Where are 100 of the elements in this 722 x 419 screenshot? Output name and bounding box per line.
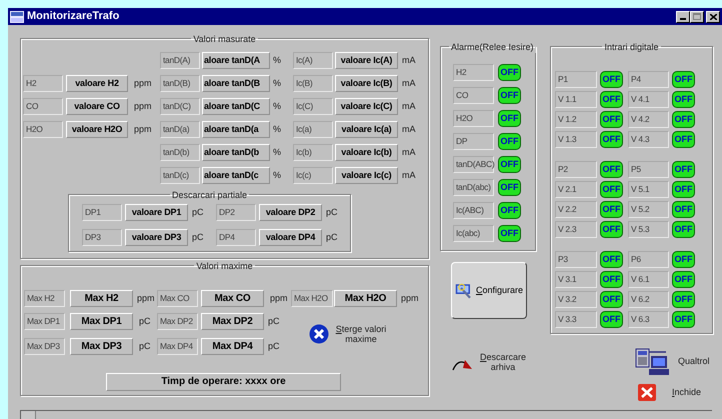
value-display: Max H2O: [334, 290, 397, 307]
value-display: aloare tanD(C: [202, 98, 270, 115]
unit-label: pC: [139, 341, 151, 351]
field-label: Ic(a): [293, 121, 333, 138]
status-indicator: OFF: [672, 111, 695, 128]
value-display: Max H2: [70, 290, 133, 307]
field-label: V 2.1: [555, 181, 597, 198]
unit-label: mA: [402, 55, 416, 65]
field-label: tanD(abc): [453, 179, 494, 196]
close-icon: [710, 14, 716, 20]
field-label: V 5.3: [628, 221, 669, 238]
status-indicator: OFF: [498, 133, 521, 150]
field-label: V 6.3: [628, 311, 669, 328]
close-icon: [638, 384, 656, 401]
maximize-button[interactable]: [690, 10, 704, 22]
status-indicator: OFF: [600, 71, 623, 88]
unit-label: %: [273, 170, 282, 180]
close-icon: [309, 324, 329, 344]
field-label: V 4.3: [628, 131, 669, 148]
field-label: Ic(abc): [453, 225, 494, 242]
field-label: H2O: [453, 110, 494, 127]
close-button[interactable]: [706, 10, 720, 22]
field-label: tanD(a): [160, 121, 200, 138]
field-label: CO: [23, 98, 63, 115]
download-archive-button[interactable]: Descarcare arhiva: [452, 352, 536, 372]
minimize-button[interactable]: [676, 10, 690, 22]
field-label: V 6.2: [628, 291, 669, 308]
value-display: aloare tanD(b: [202, 144, 270, 161]
status-indicator: OFF: [498, 179, 521, 196]
status-indicator: OFF: [672, 131, 695, 148]
status-indicator: OFF: [672, 181, 695, 198]
status-indicator: OFF: [600, 201, 623, 218]
status-indicator: OFF: [600, 291, 623, 308]
field-label: V 2.3: [555, 221, 597, 238]
value-display: valoare DP3: [125, 229, 188, 246]
unit-label: mA: [402, 78, 416, 88]
group-title: Valori masurate: [193, 34, 256, 44]
field-label: P6: [628, 251, 669, 268]
status-indicator: OFF: [672, 311, 695, 328]
unit-label: pC: [326, 207, 338, 217]
field-label: H2: [23, 75, 63, 92]
value-display: valoare Ic(C): [335, 98, 398, 115]
unit-label: mA: [402, 101, 416, 111]
field-label: tanD(A): [160, 52, 200, 69]
window-title: MonitorizareTrafo: [27, 11, 120, 22]
unit-label: pC: [268, 316, 280, 326]
field-label: tanD(b): [160, 144, 200, 161]
field-label: DP4: [216, 229, 256, 246]
field-label: V 3.2: [555, 291, 597, 308]
status-indicator: OFF: [498, 64, 521, 81]
unit-label: pC: [192, 232, 204, 242]
value-display: valoare Ic(b): [335, 144, 398, 161]
field-label: Ic(A): [293, 52, 333, 69]
unit-label: ppm: [134, 78, 152, 88]
unit-label: pC: [192, 207, 204, 217]
value-display: valoare H2O: [66, 121, 128, 138]
status-indicator: OFF: [600, 111, 623, 128]
clear-max-button[interactable]: Sterge valori maxime: [309, 324, 387, 344]
app-icon: [10, 10, 24, 22]
status-indicator: OFF: [672, 271, 695, 288]
unit-label: %: [273, 147, 282, 157]
status-indicator: OFF: [672, 291, 695, 308]
status-indicator: OFF: [600, 131, 623, 148]
field-label: V 2.2: [555, 201, 597, 218]
status-indicator: OFF: [672, 71, 695, 88]
status-indicator: OFF: [600, 311, 623, 328]
qualtrol-button[interactable]: Qualtrol: [634, 348, 713, 376]
field-label: Ic(b): [293, 144, 333, 161]
group-title: Valori maxime: [196, 261, 253, 271]
field-label: CO: [453, 87, 494, 104]
unit-label: ppm: [134, 124, 152, 134]
unit-label: %: [273, 78, 282, 88]
value-display: valoare Ic(B): [335, 75, 398, 92]
value-display: Max DP1: [70, 313, 133, 330]
configure-button[interactable]: Configurare: [451, 262, 527, 319]
minimize-icon: [680, 18, 686, 20]
value-display: Max CO: [201, 290, 264, 307]
close-app-button[interactable]: Inchide: [638, 384, 713, 401]
field-label: V 5.1: [628, 181, 669, 198]
status-indicator: OFF: [672, 91, 695, 108]
status-indicator: OFF: [600, 161, 623, 178]
unit-label: pC: [326, 232, 338, 242]
field-label: Ic(ABC): [453, 202, 494, 219]
field-label: DP1: [82, 204, 122, 221]
field-label: Max H2O: [291, 290, 333, 307]
value-display: valoare H2: [66, 75, 128, 92]
status-indicator: OFF: [672, 161, 695, 178]
status-indicator: OFF: [600, 221, 623, 238]
field-label: V 1.1: [555, 91, 597, 108]
status-indicator: OFF: [600, 251, 623, 268]
status-indicator: OFF: [498, 110, 521, 127]
field-label: H2: [453, 64, 494, 81]
field-label: Max DP1: [24, 313, 65, 330]
value-display: Max DP4: [201, 338, 264, 355]
maximize-icon: [693, 13, 701, 20]
field-label: V 1.3: [555, 131, 597, 148]
field-label: Max CO: [157, 290, 198, 307]
field-label: V 1.2: [555, 111, 597, 128]
group-title: Descarcari partiale: [172, 190, 248, 200]
field-label: Ic(C): [293, 98, 333, 115]
